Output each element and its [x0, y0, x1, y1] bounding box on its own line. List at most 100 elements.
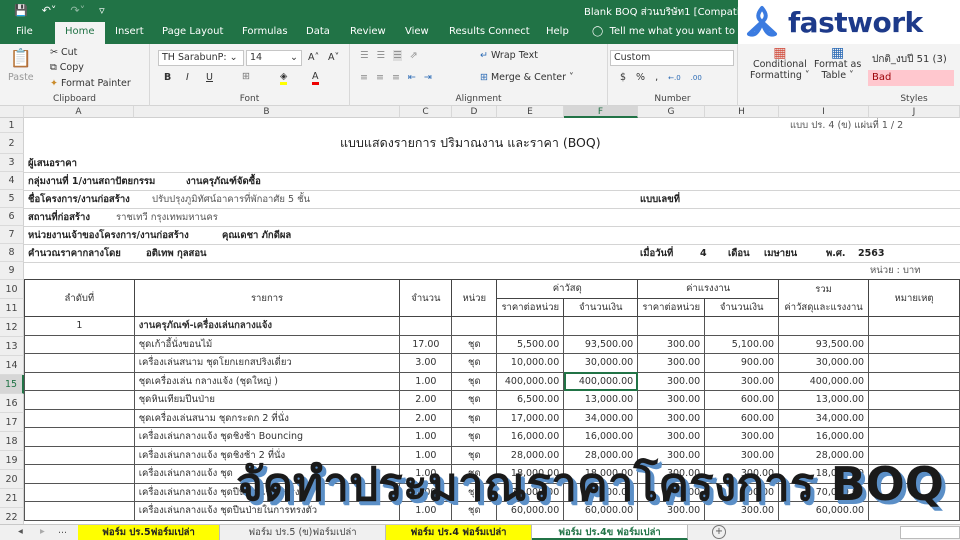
material-unit-price-cell[interactable]: 5,500.00	[496, 334, 565, 354]
total-cell[interactable]: 30,000.00	[778, 353, 870, 373]
column-header-j[interactable]: J	[869, 106, 960, 118]
seq-cell[interactable]	[24, 482, 135, 502]
unit-cell[interactable]: ชุด	[451, 408, 498, 428]
tab-file[interactable]: File	[16, 26, 33, 37]
column-header-h[interactable]: H	[705, 106, 779, 118]
total-cell[interactable]: 13,000.00	[778, 390, 870, 410]
align-top-icon[interactable]: ☰	[360, 50, 369, 61]
seq-cell[interactable]	[24, 390, 135, 410]
font-size-select[interactable]: 14 ⌄	[246, 50, 302, 66]
row-header-1[interactable]: 1	[0, 118, 24, 133]
row-header-20[interactable]: 20	[0, 470, 24, 489]
unit-cell[interactable]: ชุด	[451, 353, 498, 373]
row-header-17[interactable]: 17	[0, 413, 24, 432]
currency-button[interactable]: $	[620, 72, 626, 83]
decrease-indent-icon[interactable]: ⇤	[408, 72, 416, 83]
font-name-select[interactable]: TH SarabunP: ⌄	[158, 50, 244, 66]
material-unit-price-cell[interactable]: 17,000.00	[496, 408, 565, 428]
remark-cell[interactable]	[868, 427, 960, 447]
remark-cell[interactable]	[868, 334, 960, 354]
qty-cell[interactable]: 2.00	[399, 390, 453, 410]
item-cell[interactable]: ชุดเครื่องเล่นสนาม ชุดกระดก 2 ที่นั่ง	[133, 408, 401, 428]
font-color-button[interactable]: A	[312, 71, 319, 85]
row-header-12[interactable]: 12	[0, 318, 24, 337]
sheet-tab-pr4[interactable]: ฟอร์ม ปร.4 ฟอร์มเปล่า	[386, 525, 532, 540]
unit-cell[interactable]: ชุด	[451, 334, 498, 354]
cut-button[interactable]: ✂ Cut	[50, 47, 77, 58]
cell[interactable]	[637, 316, 706, 336]
row-header-4[interactable]: 4	[0, 172, 24, 190]
section-seq[interactable]: 1	[24, 316, 135, 336]
total-cell[interactable]: 400,000.00	[778, 371, 870, 391]
qty-cell[interactable]: 2.00	[399, 408, 453, 428]
cell[interactable]	[868, 316, 960, 336]
tab-home[interactable]: Home	[55, 22, 105, 44]
style-bad[interactable]: Bad	[868, 70, 954, 86]
sheet-tab-pr4b[interactable]: ฟอร์ม ปร.4ข ฟอร์มเปล่า	[532, 525, 688, 540]
row-header-6[interactable]: 6	[0, 208, 24, 226]
tab-scroll-right-icon[interactable]: ▸	[40, 526, 45, 537]
material-amount-cell[interactable]: 400,000.00	[563, 371, 639, 391]
tab-formulas[interactable]: Formulas	[242, 26, 288, 37]
increase-indent-icon[interactable]: ⇥	[424, 72, 432, 83]
orientation-icon[interactable]: ⇗	[410, 50, 418, 61]
format-as-table-button[interactable]: ▦ Format as Table ˅	[814, 46, 861, 81]
remark-cell[interactable]	[868, 371, 960, 391]
format-painter-button[interactable]: ✦ Format Painter	[50, 78, 131, 89]
item-cell[interactable]: เครื่องเล่นสนาม ชุดโยกเยกสปริงเดี่ยว	[133, 353, 401, 373]
cell[interactable]	[778, 316, 870, 336]
tab-help[interactable]: Help	[546, 26, 569, 37]
column-header-a[interactable]: A	[24, 106, 134, 118]
tab-page-layout[interactable]: Page Layout	[162, 26, 223, 37]
item-cell[interactable]: ชุดเก้าอี้นั่งขอนไม้	[133, 334, 401, 354]
labor-amount-cell[interactable]: 600.00	[704, 408, 780, 428]
redo-icon[interactable]: ↷˅	[70, 4, 85, 17]
row-header-15[interactable]: 15	[0, 375, 24, 394]
section-title[interactable]: งานครุภัณฑ์-เครื่องเล่นกลางแจ้ง	[133, 316, 401, 336]
unit-cell[interactable]: ชุด	[451, 390, 498, 410]
qty-cell[interactable]: 1.00	[399, 371, 453, 391]
cell[interactable]	[563, 316, 639, 336]
material-amount-cell[interactable]: 93,500.00	[563, 334, 639, 354]
labor-amount-cell[interactable]: 5,100.00	[704, 334, 780, 354]
remark-cell[interactable]	[868, 408, 960, 428]
item-cell[interactable]: ชุดหินเทียมปีนป่าย	[133, 390, 401, 410]
seq-cell[interactable]	[24, 464, 135, 484]
seq-cell[interactable]	[24, 501, 135, 521]
labor-amount-cell[interactable]: 900.00	[704, 353, 780, 373]
borders-button[interactable]: ⊞	[242, 71, 250, 82]
column-header-d[interactable]: D	[452, 106, 497, 118]
row-header-9[interactable]: 9	[0, 262, 24, 280]
seq-cell[interactable]	[24, 427, 135, 447]
number-format-select[interactable]: Custom	[610, 50, 734, 66]
tab-view[interactable]: View	[405, 26, 429, 37]
increase-decimal-button[interactable]: ←.0	[668, 74, 681, 82]
row-header-8[interactable]: 8	[0, 244, 24, 262]
column-header-c[interactable]: C	[400, 106, 452, 118]
material-unit-price-cell[interactable]: 6,500.00	[496, 390, 565, 410]
align-middle-icon[interactable]: ☰	[377, 50, 386, 61]
qty-cell[interactable]: 17.00	[399, 334, 453, 354]
sheet-tab-pr5b[interactable]: ฟอร์ม ปร.5 (ข)ฟอร์มเปล่า	[220, 525, 386, 540]
shrink-font-button[interactable]: A˅	[328, 52, 339, 63]
qty-cell[interactable]: 1.00	[399, 427, 453, 447]
qty-cell[interactable]: 3.00	[399, 353, 453, 373]
align-right-icon[interactable]: ≡	[392, 72, 400, 83]
total-cell[interactable]: 93,500.00	[778, 334, 870, 354]
horizontal-align-buttons[interactable]: ≡ ≡ ≡ ⇤ ⇥	[360, 72, 432, 83]
align-bottom-icon[interactable]: ☰	[393, 50, 402, 61]
labor-amount-cell[interactable]: 300.00	[704, 371, 780, 391]
underline-button[interactable]: U	[206, 72, 213, 83]
item-cell[interactable]: เครื่องเล่นกลางแจ้ง ชุดชิงช้า Bouncing	[133, 427, 401, 447]
column-header-i[interactable]: I	[779, 106, 869, 118]
remark-cell[interactable]	[868, 390, 960, 410]
labor-amount-cell[interactable]: 300.00	[704, 427, 780, 447]
material-amount-cell[interactable]: 13,000.00	[563, 390, 639, 410]
cell[interactable]	[451, 316, 498, 336]
row-header-5[interactable]: 5	[0, 190, 24, 208]
labor-unit-price-cell[interactable]: 300.00	[637, 371, 706, 391]
save-icon[interactable]: 💾	[14, 4, 28, 17]
tab-data[interactable]: Data	[306, 26, 330, 37]
material-unit-price-cell[interactable]: 400,000.00	[496, 371, 565, 391]
align-left-icon[interactable]: ≡	[360, 72, 368, 83]
